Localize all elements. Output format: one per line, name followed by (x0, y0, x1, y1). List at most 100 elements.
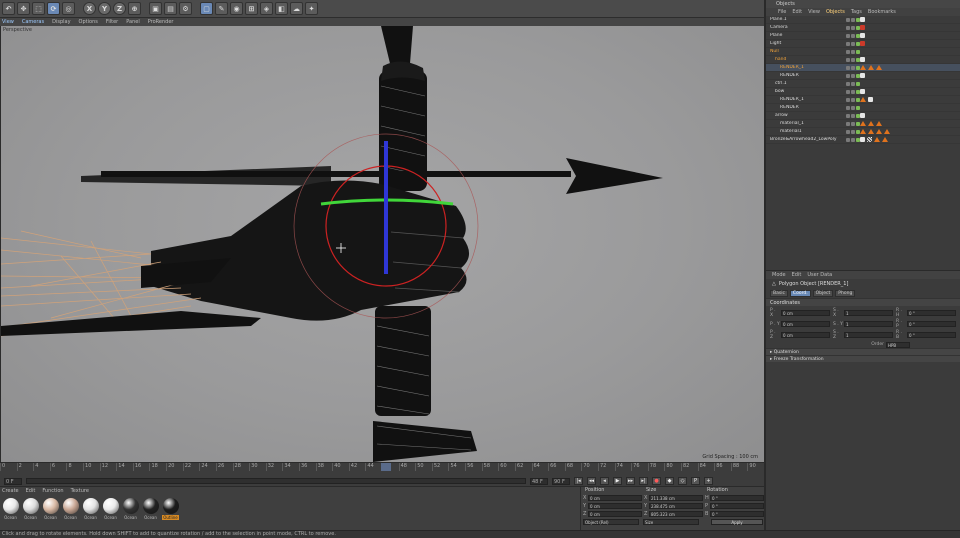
autokey-button[interactable]: ◆ (665, 477, 674, 485)
param-field[interactable]: 1 (844, 332, 893, 338)
world-coords-icon[interactable]: ⊕ (128, 2, 141, 15)
visibility-flags[interactable] (846, 121, 860, 126)
object-name[interactable]: ctrl.1 (766, 81, 846, 86)
keyframe-selection-button[interactable]: ◇ (678, 477, 687, 485)
red-tag-icon[interactable] (860, 41, 865, 46)
editor-visibility-dot[interactable] (846, 17, 850, 22)
tri-tag-icon[interactable] (860, 121, 866, 126)
obj-menu-tags[interactable]: Tags (851, 9, 862, 15)
check-tag-icon[interactable] (867, 137, 872, 142)
scale-tool-icon[interactable]: ⬚ (32, 2, 45, 15)
editor-visibility-dot[interactable] (846, 89, 850, 94)
object-row[interactable]: bow (766, 88, 960, 96)
editor-visibility-dot[interactable] (846, 97, 850, 102)
render-picture-icon[interactable]: ▤ (164, 2, 177, 15)
tri-tag-icon[interactable] (860, 65, 866, 70)
visibility-flags[interactable] (846, 81, 860, 86)
tri-tag-icon[interactable] (868, 129, 874, 134)
pen-icon[interactable]: ✎ (215, 2, 228, 15)
object-name[interactable]: arrow (766, 113, 846, 118)
red-tag-icon[interactable] (860, 25, 865, 30)
quaternion-fold[interactable]: ▸ Quaternion (766, 348, 960, 355)
material-swatch[interactable]: Ocean (42, 498, 59, 520)
attr-menu-user-data[interactable]: User Data (807, 272, 832, 278)
editor-visibility-dot[interactable] (846, 49, 850, 54)
visibility-flags[interactable] (846, 129, 860, 134)
position-field[interactable]: 0 cm (588, 503, 642, 509)
coordinate-mode-dropdown[interactable]: Object (Rel) (583, 519, 639, 525)
z-axis-lock-button[interactable]: Z (113, 2, 126, 15)
scene-icon[interactable]: ☁ (290, 2, 303, 15)
live-select-icon[interactable]: ◎ (62, 2, 75, 15)
param-field[interactable]: 0 cm (781, 332, 830, 338)
visibility-flags[interactable] (846, 73, 860, 78)
tab-coord[interactable]: Coord. (789, 289, 811, 297)
add-key-button[interactable]: + (704, 477, 713, 485)
viewport-menu-prorender[interactable]: ProRender (148, 19, 174, 25)
editor-visibility-dot[interactable] (846, 105, 850, 110)
attr-menu-mode[interactable]: Mode (772, 272, 786, 278)
editor-visibility-dot[interactable] (846, 137, 850, 142)
object-name[interactable]: RENDER (766, 105, 846, 110)
param-field[interactable]: 0 ° (907, 332, 956, 338)
object-row[interactable]: Plane (766, 32, 960, 40)
editor-visibility-dot[interactable] (846, 129, 850, 134)
object-row[interactable]: RENDER (766, 72, 960, 80)
render-visibility-dot[interactable] (851, 105, 855, 110)
size-mode-dropdown[interactable]: Size (643, 519, 699, 525)
object-name[interactable]: RENDER_1 (766, 65, 846, 70)
param-field[interactable]: 1 (844, 310, 893, 316)
editor-visibility-dot[interactable] (846, 113, 850, 118)
material-menu-texture[interactable]: Texture (71, 488, 89, 494)
render-visibility-dot[interactable] (851, 137, 855, 142)
render-visibility-dot[interactable] (851, 25, 855, 30)
object-row[interactable]: Null (766, 48, 960, 56)
viewport-menu-display[interactable]: Display (52, 19, 70, 25)
render-visibility-dot[interactable] (851, 121, 855, 126)
frame-range-slider[interactable] (26, 478, 526, 484)
viewport-menu-view[interactable]: View (2, 19, 14, 25)
apply-button[interactable]: Apply (711, 519, 763, 525)
tri-tag-icon[interactable] (876, 129, 882, 134)
render-visibility-dot[interactable] (851, 33, 855, 38)
visibility-flags[interactable] (846, 17, 860, 22)
render-settings-icon[interactable]: ⚙ (179, 2, 192, 15)
object-row[interactable]: Plane.1 (766, 16, 960, 24)
tri-tag-icon[interactable] (860, 97, 866, 102)
param-field[interactable]: 0 ° (907, 310, 956, 316)
object-name[interactable]: Null (766, 49, 846, 54)
visibility-flags[interactable] (846, 49, 860, 54)
render-visibility-dot[interactable] (851, 129, 855, 134)
render-visibility-dot[interactable] (851, 65, 855, 70)
enabled-check-icon[interactable] (856, 81, 860, 86)
subdivision-icon[interactable]: ◉ (230, 2, 243, 15)
parameter-key-button[interactable]: P (691, 477, 700, 485)
tri-tag-icon[interactable] (884, 129, 890, 134)
editor-visibility-dot[interactable] (846, 73, 850, 78)
object-row[interactable]: Camera (766, 24, 960, 32)
object-name[interactable]: RENDER (766, 73, 846, 78)
param-field[interactable]: 1 (844, 321, 893, 327)
visibility-flags[interactable] (846, 65, 860, 70)
object-name[interactable]: material_1 (766, 121, 846, 126)
next-key-button[interactable]: ▸▸ (626, 477, 635, 485)
editor-visibility-dot[interactable] (846, 57, 850, 62)
visibility-flags[interactable] (846, 137, 860, 142)
object-row[interactable]: Bronze&Arrowhead2_LowPoly (766, 136, 960, 144)
size-field[interactable]: 805.323 cm (649, 511, 703, 517)
visibility-flags[interactable] (846, 113, 860, 118)
obj-menu-objects[interactable]: Objects (826, 9, 845, 15)
object-row[interactable]: ctrl.1 (766, 80, 960, 88)
viewport-menu-filter[interactable]: Filter (106, 19, 118, 25)
material-swatch[interactable]: Outline (162, 498, 179, 520)
visibility-flags[interactable] (846, 57, 860, 62)
viewport-menu-options[interactable]: Options (79, 19, 98, 25)
tri-tag-icon[interactable] (876, 65, 882, 70)
size-field[interactable]: 211.338 cm (649, 495, 703, 501)
object-row[interactable]: RENDER_1 (766, 64, 960, 72)
phong-tag-icon[interactable] (868, 97, 873, 102)
render-visibility-dot[interactable] (851, 41, 855, 46)
tab-basic[interactable]: Basic (770, 289, 788, 297)
object-name[interactable]: RENDER_1 (766, 97, 846, 102)
editor-visibility-dot[interactable] (846, 81, 850, 86)
